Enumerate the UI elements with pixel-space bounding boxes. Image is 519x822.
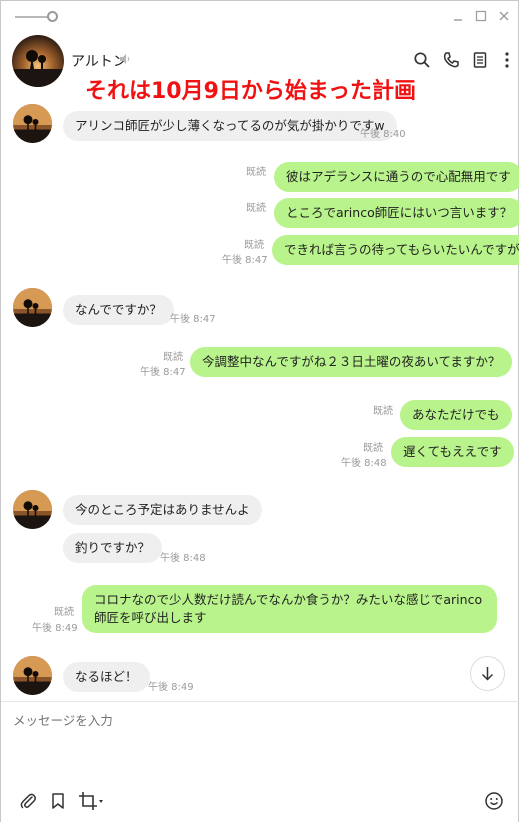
contact-avatar[interactable]	[12, 35, 64, 87]
message-time: 午後 8:47	[222, 255, 268, 266]
message-time: 午後 8:47	[170, 314, 216, 325]
message-bubble-outgoing[interactable]: できれば言うの待ってもらいたいんですが	[272, 235, 519, 265]
crop-icon[interactable]	[78, 791, 106, 811]
message-bubble-outgoing[interactable]: コロナなので少人数だけ読んでなんか食うか？みたいな感じでarinco師匠を呼び出…	[82, 585, 497, 633]
emoji-icon[interactable]	[484, 791, 504, 811]
read-receipt: 既読	[373, 406, 393, 417]
message-bubble-incoming[interactable]: 今のところ予定はありませんよ	[63, 495, 262, 525]
message-bubble-outgoing[interactable]: 彼はアデランスに通うので心配無用です	[274, 162, 519, 192]
message-bubble-outgoing[interactable]: 遅くてもええです	[391, 437, 514, 467]
message-bubble-outgoing[interactable]: ところでarinco師匠にはいつ言います？	[274, 198, 519, 228]
notes-icon[interactable]	[471, 51, 489, 69]
contact-avatar-small[interactable]	[13, 104, 52, 143]
contact-avatar-small[interactable]	[13, 490, 52, 529]
title-bar	[1, 1, 519, 33]
read-receipt: 既読	[246, 167, 266, 178]
contact-avatar-small[interactable]	[13, 288, 52, 327]
chat-window: アルトン それは10月9日から始まった計画 アリンコ師匠が少し薄くなってるのが気…	[0, 0, 519, 822]
read-receipt: 既読	[246, 203, 266, 214]
message-time: 午後 8:48	[341, 458, 387, 469]
message-bubble-outgoing[interactable]: あなただけでも	[400, 400, 512, 430]
message-bubble-incoming[interactable]: なるほど！	[63, 662, 150, 692]
menu-icon[interactable]	[498, 51, 516, 69]
message-time: 午後 8:47	[140, 367, 186, 378]
message-bubble-incoming[interactable]: 釣りですか？	[63, 533, 163, 563]
bookmark-icon[interactable]	[48, 791, 68, 811]
close-icon[interactable]	[496, 8, 512, 24]
scroll-to-bottom-button[interactable]	[470, 656, 505, 691]
message-time: 午後 8:49	[32, 623, 78, 634]
arrow-down-icon	[481, 667, 494, 681]
message-time: 午後 8:49	[148, 682, 194, 693]
read-receipt: 既読	[244, 240, 264, 251]
message-bubble-incoming[interactable]: アリンコ師匠が少し薄くなってるのが気が掛かりですw	[63, 111, 397, 141]
message-time: 午後 8:48	[160, 553, 206, 564]
mute-icon	[118, 51, 132, 65]
maximize-icon[interactable]	[473, 8, 489, 24]
message-bubble-outgoing[interactable]: 今調整中なんですがね２３日土曜の夜あいてますか？	[190, 347, 513, 377]
phone-icon[interactable]	[442, 51, 460, 69]
message-input[interactable]	[13, 713, 503, 728]
search-icon[interactable]	[413, 51, 431, 69]
composer-divider	[1, 701, 519, 702]
message-bubble-incoming[interactable]: なんでですか？	[63, 295, 174, 325]
attach-icon[interactable]	[18, 791, 38, 811]
minimize-icon[interactable]	[450, 8, 466, 24]
contact-avatar-small[interactable]	[13, 656, 52, 695]
read-receipt: 既読	[163, 352, 183, 363]
message-time: 午後 8:40	[360, 129, 406, 140]
opacity-slider-handle[interactable]	[47, 11, 58, 22]
read-receipt: 既読	[363, 443, 383, 454]
overlay-caption: それは10月9日から始まった計画	[85, 79, 417, 104]
read-receipt: 既読	[54, 607, 74, 618]
opacity-slider-track[interactable]	[15, 16, 49, 18]
